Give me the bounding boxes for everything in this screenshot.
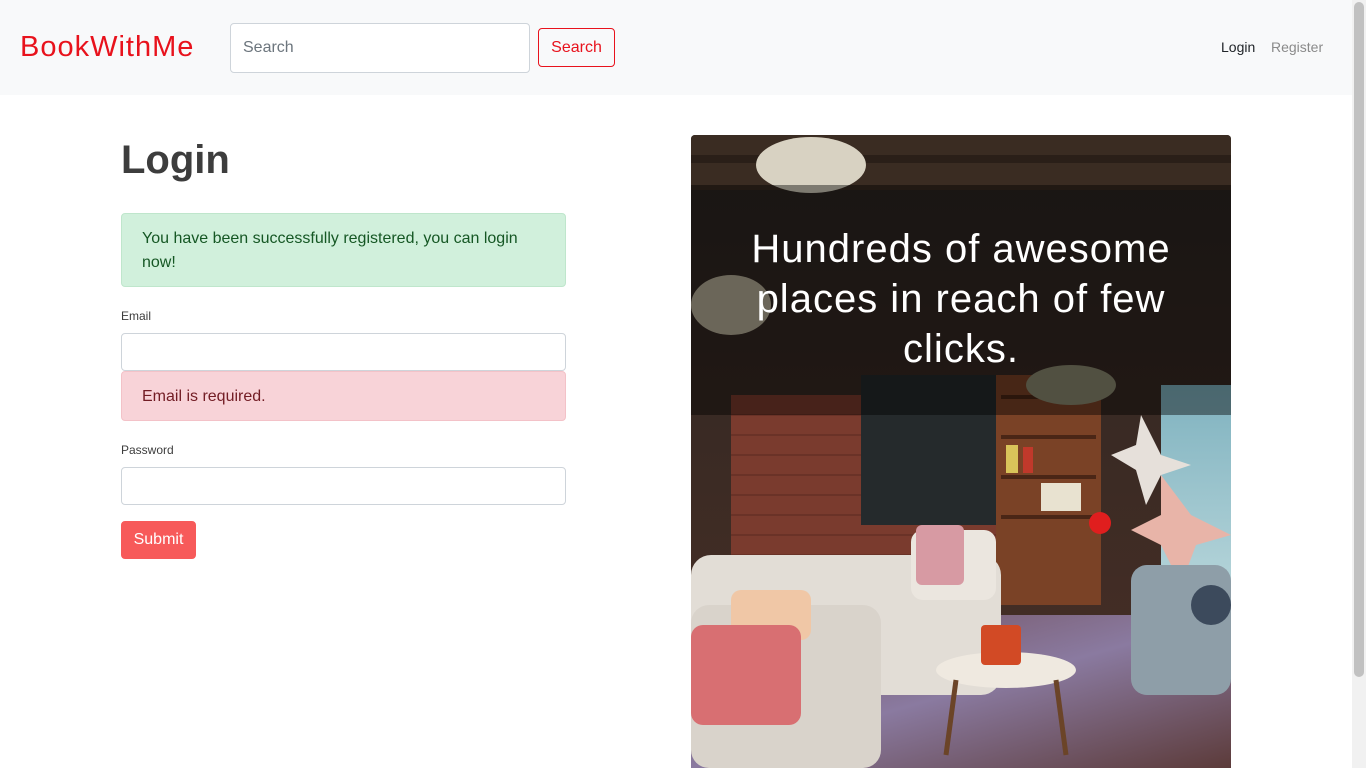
password-field[interactable] xyxy=(121,467,566,505)
password-label: Password xyxy=(121,443,174,457)
top-navbar: BookWithMe Search Login Register xyxy=(0,0,1352,95)
hero-card: Hundreds of awesome places in reach of f… xyxy=(691,135,1231,768)
page-title: Login xyxy=(121,138,230,182)
nav-login-link[interactable]: Login xyxy=(1221,39,1255,56)
email-label: Email xyxy=(121,309,152,323)
success-alert: You have been successfully registered, y… xyxy=(121,213,566,287)
hero-headline: Hundreds of awesome places in reach of f… xyxy=(751,227,1171,371)
submit-button[interactable]: Submit xyxy=(121,521,196,559)
email-field[interactable] xyxy=(121,333,566,371)
login-page: BookWithMe Search Login Register Login Y… xyxy=(0,0,1366,768)
brand-logo[interactable]: BookWithMe xyxy=(20,29,194,65)
search-input[interactable] xyxy=(230,23,530,73)
scrollbar-thumb[interactable] xyxy=(1354,2,1364,677)
email-error-alert: Email is required. xyxy=(121,371,566,421)
page-scrollbar[interactable] xyxy=(1352,0,1366,768)
nav-register-link[interactable]: Register xyxy=(1271,39,1323,56)
search-button[interactable]: Search xyxy=(538,28,615,67)
